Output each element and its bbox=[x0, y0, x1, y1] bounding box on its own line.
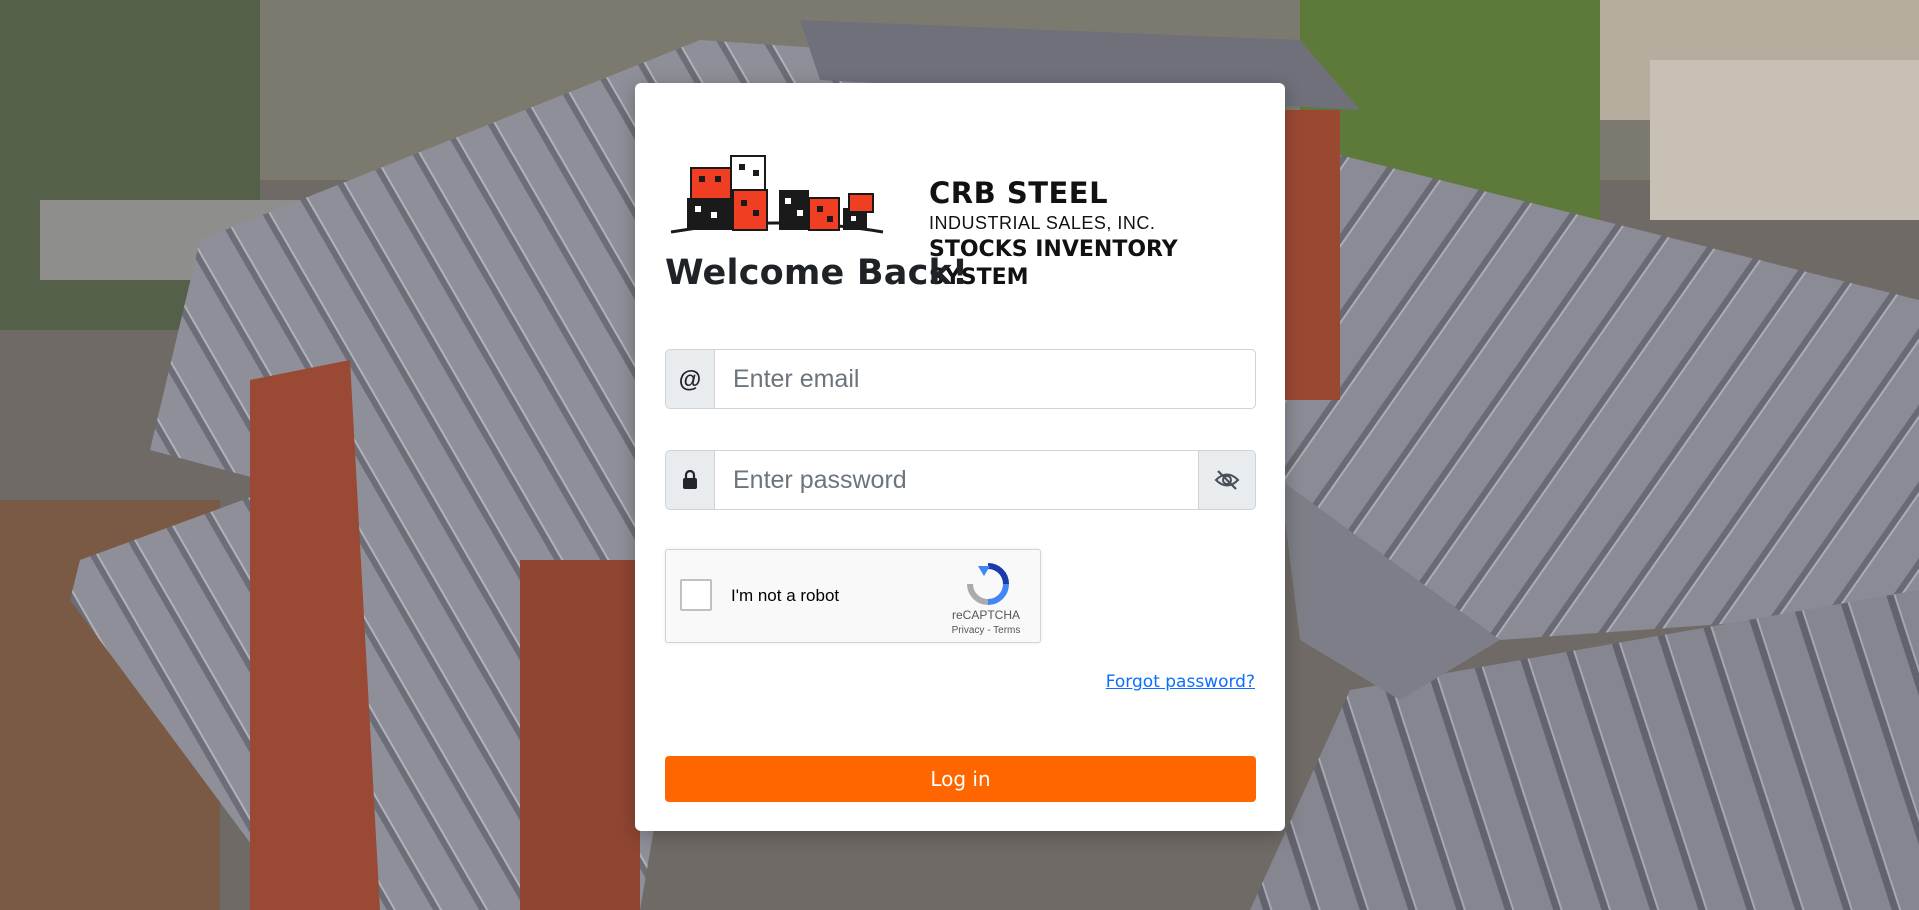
login-button[interactable]: Log in bbox=[665, 756, 1256, 802]
lock-icon bbox=[665, 450, 714, 510]
recaptcha-label: I'm not a robot bbox=[731, 586, 840, 605]
email-input-group: @ bbox=[665, 349, 1256, 409]
recaptcha-privacy-link[interactable]: Privacy bbox=[952, 625, 985, 636]
email-field[interactable] bbox=[714, 349, 1256, 409]
brand-system: STOCKS INVENTORY SYSTEM bbox=[929, 237, 1178, 290]
forgot-password-link[interactable]: Forgot password? bbox=[1106, 672, 1255, 692]
at-icon: @ bbox=[665, 349, 714, 409]
brand-name: CRB STEEL bbox=[929, 176, 1109, 210]
recaptcha-links: Privacy - Terms bbox=[946, 625, 1026, 636]
password-field[interactable] bbox=[714, 450, 1199, 510]
recaptcha-logo-icon bbox=[967, 563, 1009, 605]
recaptcha-brand: reCAPTCHA bbox=[951, 608, 1020, 622]
recaptcha-terms-link[interactable]: Terms bbox=[993, 625, 1020, 636]
page-title: Welcome Back! bbox=[665, 253, 969, 293]
recaptcha-separator: - bbox=[984, 625, 994, 636]
recaptcha-checkbox[interactable] bbox=[680, 579, 712, 611]
brand-text: CRB STEEL INDUSTRIAL SALES, INC. STOCKS … bbox=[929, 176, 1257, 292]
login-page: CRB STEEL INDUSTRIAL SALES, INC. STOCKS … bbox=[0, 0, 1919, 910]
password-input-group bbox=[665, 450, 1256, 510]
buildings-logo-icon bbox=[670, 155, 884, 234]
brand-subtitle: INDUSTRIAL SALES, INC. bbox=[929, 213, 1156, 233]
brand-logo: CRB STEEL INDUSTRIAL SALES, INC. STOCKS … bbox=[667, 128, 1257, 290]
at-icon-glyph: @ bbox=[678, 365, 702, 392]
recaptcha-widget: I'm not a robot reCAPTCHA Privacy - Term… bbox=[665, 549, 1041, 643]
eye-slash-icon[interactable] bbox=[1199, 450, 1256, 510]
login-card: CRB STEEL INDUSTRIAL SALES, INC. STOCKS … bbox=[635, 83, 1285, 831]
